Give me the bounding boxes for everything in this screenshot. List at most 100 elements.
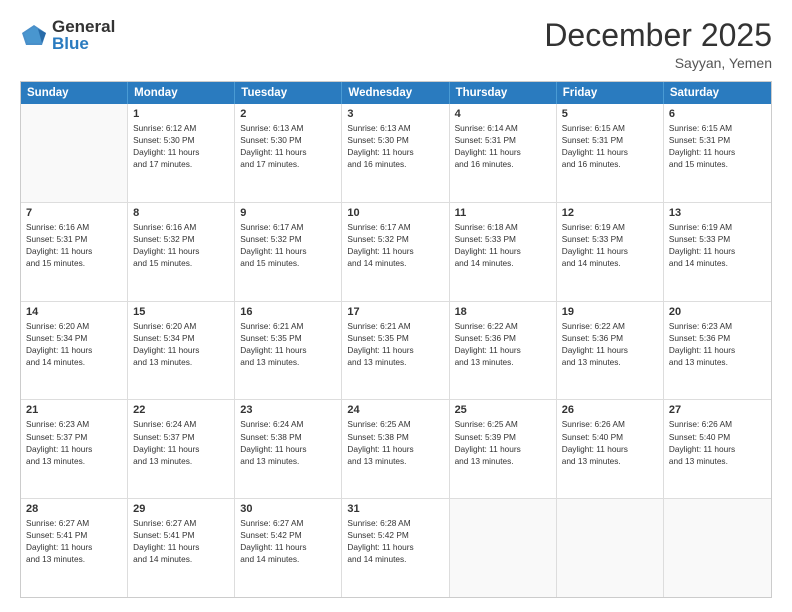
cal-cell-13: 13Sunrise: 6:19 AMSunset: 5:33 PMDayligh… — [664, 203, 771, 301]
cal-cell-3: 3Sunrise: 6:13 AMSunset: 5:30 PMDaylight… — [342, 104, 449, 202]
day-number: 4 — [455, 108, 551, 120]
header-cell-thursday: Thursday — [450, 82, 557, 104]
header-cell-monday: Monday — [128, 82, 235, 104]
day-number: 2 — [240, 108, 336, 120]
month-title: December 2025 — [544, 18, 772, 53]
cal-cell-10: 10 Sunrise: 6:17 AMSunset: 5:32 PMDayligh… — [342, 203, 449, 301]
cell-info: Sunrise: 6:26 AMSunset: 5:40 PMDaylight:… — [562, 418, 658, 466]
cal-cell-2: 2 Sunrise: 6:13 AMSunset: 5:30 PMDaylight… — [235, 104, 342, 202]
cell-info: Sunrise: 6:17 AMSunset: 5:32 PMDaylight:… — [240, 221, 336, 269]
cal-cell-7: 7 Sunrise: 6:16 AMSunset: 5:31 PMDaylight… — [21, 203, 128, 301]
header-cell-friday: Friday — [557, 82, 664, 104]
cal-cell-5: 5Sunrise: 6:15 AMSunset: 5:31 PMDaylight… — [557, 104, 664, 202]
cal-cell-21: 21Sunrise: 6:23 AMSunset: 5:37 PMDayligh… — [21, 400, 128, 498]
cal-row-3: 14 Sunrise: 6:20 AMSunset: 5:34 PMDayligh… — [21, 302, 771, 401]
cal-cell-27: 27 Sunrise: 6:26 AMSunset: 5:40 PMDayligh… — [664, 400, 771, 498]
day-number: 26 — [562, 404, 658, 416]
cell-info: Sunrise: 6:21 AMSunset: 5:35 PMDaylight:… — [240, 320, 336, 368]
location-subtitle: Sayyan, Yemen — [544, 55, 772, 71]
cell-info: Sunrise: 6:22 AMSunset: 5:36 PMDaylight:… — [455, 320, 551, 368]
day-number: 12 — [562, 207, 658, 219]
cal-cell-30: 30Sunrise: 6:27 AMSunset: 5:42 PMDayligh… — [235, 499, 342, 597]
cell-info: Sunrise: 6:24 AMSunset: 5:38 PMDaylight:… — [240, 418, 336, 466]
header-cell-sunday: Sunday — [21, 82, 128, 104]
cell-info: Sunrise: 6:20 AMSunset: 5:34 PMDaylight:… — [26, 320, 122, 368]
cal-row-2: 7 Sunrise: 6:16 AMSunset: 5:31 PMDaylight… — [21, 203, 771, 302]
day-number: 29 — [133, 503, 229, 515]
day-number: 30 — [240, 503, 336, 515]
title-block: December 2025 Sayyan, Yemen — [544, 18, 772, 71]
day-number: 21 — [26, 404, 122, 416]
day-number: 10 — [347, 207, 443, 219]
day-number: 25 — [455, 404, 551, 416]
cal-cell-28: 28 Sunrise: 6:27 AMSunset: 5:41 PMDayligh… — [21, 499, 128, 597]
cell-info: Sunrise: 6:16 AMSunset: 5:31 PMDaylight:… — [26, 221, 122, 269]
day-number: 24 — [347, 404, 443, 416]
cell-info: Sunrise: 6:20 AMSunset: 5:34 PMDaylight:… — [133, 320, 229, 368]
cell-info: Sunrise: 6:12 AMSunset: 5:30 PMDaylight:… — [133, 122, 229, 170]
cell-info: Sunrise: 6:15 AMSunset: 5:31 PMDaylight:… — [562, 122, 658, 170]
day-number: 11 — [455, 207, 551, 219]
cal-cell-26: 26 Sunrise: 6:26 AMSunset: 5:40 PMDayligh… — [557, 400, 664, 498]
cal-cell-23: 23 Sunrise: 6:24 AMSunset: 5:38 PMDayligh… — [235, 400, 342, 498]
cal-cell-1: 1 Sunrise: 6:12 AMSunset: 5:30 PMDaylight… — [128, 104, 235, 202]
day-number: 22 — [133, 404, 229, 416]
day-number: 8 — [133, 207, 229, 219]
day-number: 13 — [669, 207, 766, 219]
page: General Blue December 2025 Sayyan, Yemen… — [0, 0, 792, 612]
logo-text: General Blue — [52, 18, 115, 52]
day-number: 14 — [26, 306, 122, 318]
logo-general: General — [52, 18, 115, 35]
cell-info: Sunrise: 6:14 AMSunset: 5:31 PMDaylight:… — [455, 122, 551, 170]
cal-cell-empty-4-5 — [557, 499, 664, 597]
cell-info: Sunrise: 6:27 AMSunset: 5:41 PMDaylight:… — [133, 517, 229, 565]
cal-cell-31: 31Sunrise: 6:28 AMSunset: 5:42 PMDayligh… — [342, 499, 449, 597]
cell-info: Sunrise: 6:28 AMSunset: 5:42 PMDaylight:… — [347, 517, 443, 565]
cal-cell-20: 20Sunrise: 6:23 AMSunset: 5:36 PMDayligh… — [664, 302, 771, 400]
day-number: 1 — [133, 108, 229, 120]
cal-cell-22: 22 Sunrise: 6:24 AMSunset: 5:37 PMDayligh… — [128, 400, 235, 498]
cell-info: Sunrise: 6:13 AMSunset: 5:30 PMDaylight:… — [240, 122, 336, 170]
day-number: 9 — [240, 207, 336, 219]
day-number: 18 — [455, 306, 551, 318]
cal-cell-19: 19 Sunrise: 6:22 AMSunset: 5:36 PMDayligh… — [557, 302, 664, 400]
cal-cell-empty-4-4 — [450, 499, 557, 597]
cell-info: Sunrise: 6:19 AMSunset: 5:33 PMDaylight:… — [562, 221, 658, 269]
cell-info: Sunrise: 6:25 AMSunset: 5:38 PMDaylight:… — [347, 418, 443, 466]
day-number: 6 — [669, 108, 766, 120]
cell-info: Sunrise: 6:21 AMSunset: 5:35 PMDaylight:… — [347, 320, 443, 368]
cell-info: Sunrise: 6:27 AMSunset: 5:41 PMDaylight:… — [26, 517, 122, 565]
cal-cell-15: 15 Sunrise: 6:20 AMSunset: 5:34 PMDayligh… — [128, 302, 235, 400]
cell-info: Sunrise: 6:22 AMSunset: 5:36 PMDaylight:… — [562, 320, 658, 368]
calendar-body: 1 Sunrise: 6:12 AMSunset: 5:30 PMDaylight… — [21, 104, 771, 597]
cell-info: Sunrise: 6:18 AMSunset: 5:33 PMDaylight:… — [455, 221, 551, 269]
cal-cell-empty-4-6 — [664, 499, 771, 597]
logo: General Blue — [20, 18, 115, 52]
day-number: 15 — [133, 306, 229, 318]
day-number: 27 — [669, 404, 766, 416]
cell-info: Sunrise: 6:26 AMSunset: 5:40 PMDaylight:… — [669, 418, 766, 466]
header-cell-wednesday: Wednesday — [342, 82, 449, 104]
cell-info: Sunrise: 6:17 AMSunset: 5:32 PMDaylight:… — [347, 221, 443, 269]
day-number: 28 — [26, 503, 122, 515]
cal-cell-4: 4 Sunrise: 6:14 AMSunset: 5:31 PMDaylight… — [450, 104, 557, 202]
logo-icon — [20, 23, 48, 47]
cal-row-1: 1 Sunrise: 6:12 AMSunset: 5:30 PMDaylight… — [21, 104, 771, 203]
cell-info: Sunrise: 6:15 AMSunset: 5:31 PMDaylight:… — [669, 122, 766, 170]
header-cell-tuesday: Tuesday — [235, 82, 342, 104]
day-number: 16 — [240, 306, 336, 318]
day-number: 17 — [347, 306, 443, 318]
cell-info: Sunrise: 6:16 AMSunset: 5:32 PMDaylight:… — [133, 221, 229, 269]
day-number: 19 — [562, 306, 658, 318]
cell-info: Sunrise: 6:24 AMSunset: 5:37 PMDaylight:… — [133, 418, 229, 466]
cal-row-4: 21Sunrise: 6:23 AMSunset: 5:37 PMDayligh… — [21, 400, 771, 499]
cal-cell-16: 16 Sunrise: 6:21 AMSunset: 5:35 PMDayligh… — [235, 302, 342, 400]
day-number: 23 — [240, 404, 336, 416]
day-number: 7 — [26, 207, 122, 219]
cal-cell-8: 8 Sunrise: 6:16 AMSunset: 5:32 PMDaylight… — [128, 203, 235, 301]
day-number: 3 — [347, 108, 443, 120]
cell-info: Sunrise: 6:25 AMSunset: 5:39 PMDaylight:… — [455, 418, 551, 466]
cell-info: Sunrise: 6:23 AMSunset: 5:36 PMDaylight:… — [669, 320, 766, 368]
cal-cell-17: 17 Sunrise: 6:21 AMSunset: 5:35 PMDayligh… — [342, 302, 449, 400]
cal-cell-24: 24 Sunrise: 6:25 AMSunset: 5:38 PMDayligh… — [342, 400, 449, 498]
